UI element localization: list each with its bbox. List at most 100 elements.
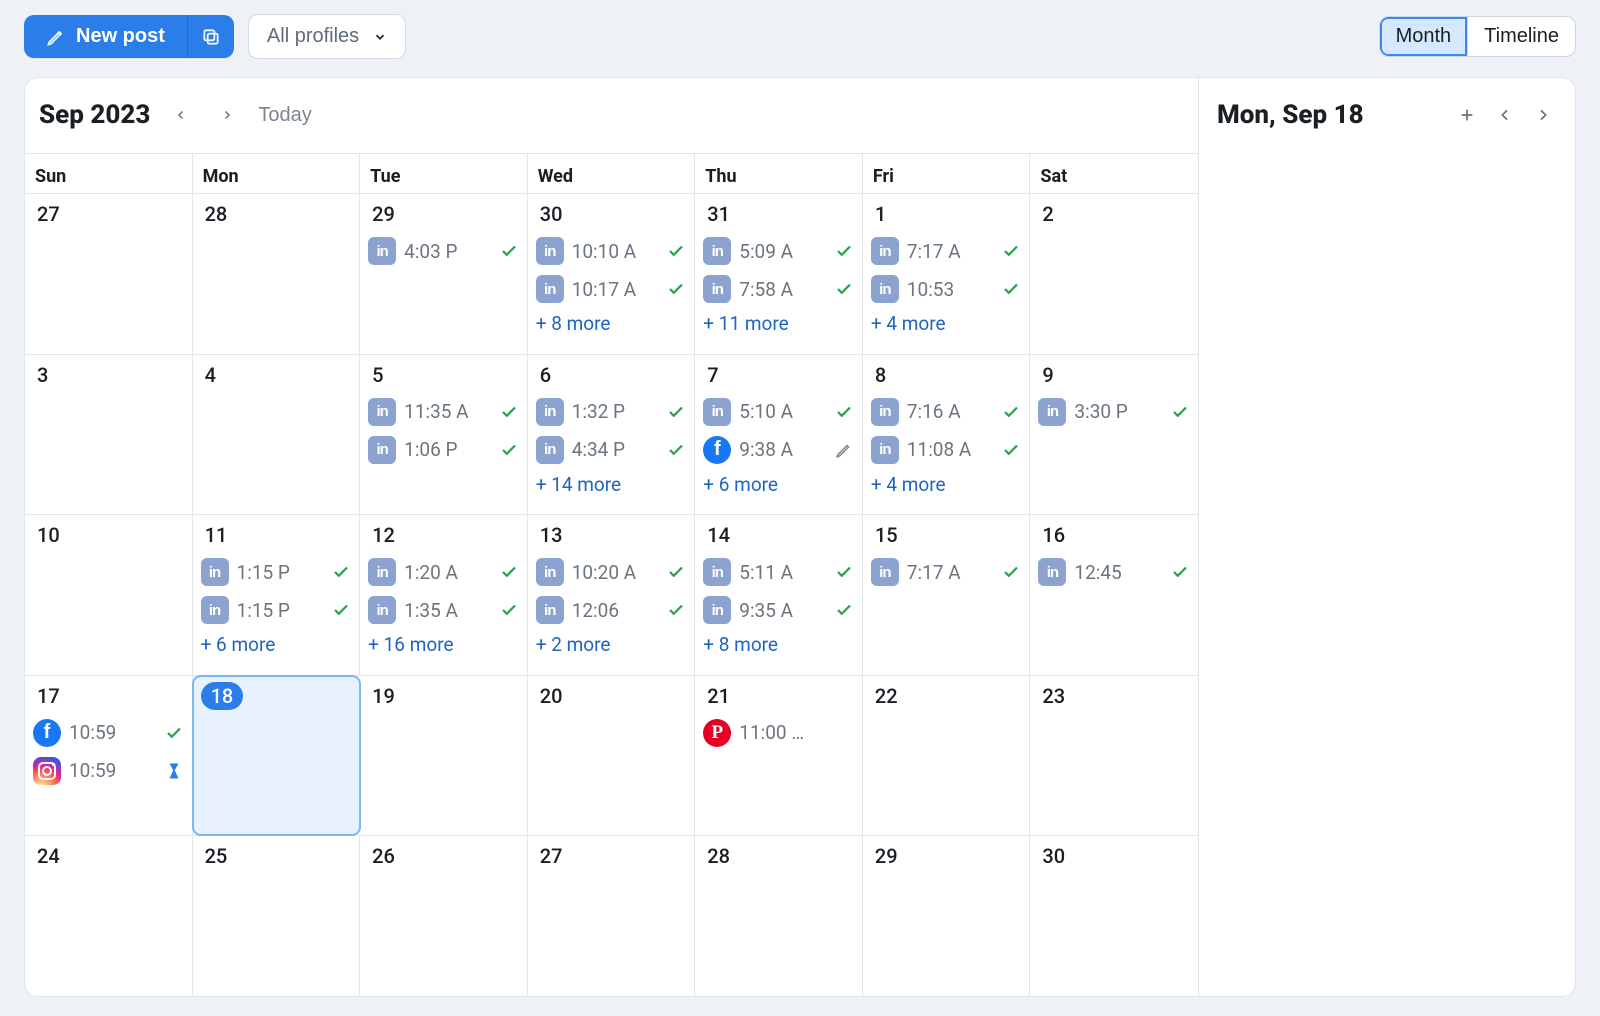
calendar-cell[interactable]: 294:03 P: [360, 194, 528, 354]
more-events-link[interactable]: + 14 more: [536, 467, 687, 496]
side-panel-date-title: Mon, Sep 18: [1217, 100, 1364, 130]
calendar-cell[interactable]: 24: [25, 836, 193, 996]
day-name: Tue: [360, 154, 528, 193]
calendar-cell[interactable]: 111:15 P1:15 P+ 6 more: [193, 515, 361, 675]
check-status-icon: [666, 600, 686, 620]
more-events-link[interactable]: + 16 more: [368, 627, 519, 656]
event-item[interactable]: 1:20 A: [368, 555, 519, 589]
calendar-cell[interactable]: 27: [528, 836, 696, 996]
calendar-cell[interactable]: 61:32 P4:34 P+ 14 more: [528, 355, 696, 515]
view-month-button[interactable]: Month: [1380, 17, 1468, 56]
calendar-cell[interactable]: 28: [193, 194, 361, 354]
more-events-link[interactable]: + 8 more: [703, 627, 854, 656]
calendar-cell[interactable]: 30 10:10 A 10:17 A+ 8 more: [528, 194, 696, 354]
linkedin-icon: [536, 275, 564, 303]
check-status-icon: [499, 241, 519, 261]
calendar-cell[interactable]: 2111:00 AM: [695, 676, 863, 836]
side-add-button[interactable]: [1453, 101, 1481, 129]
calendar-cell[interactable]: 145:11 A9:35 A+ 8 more: [695, 515, 863, 675]
event-item[interactable]: 10:53: [871, 272, 1022, 306]
more-events-link[interactable]: + 2 more: [536, 627, 687, 656]
calendar-cell[interactable]: 157:17 A: [863, 515, 1031, 675]
view-timeline-button[interactable]: Timeline: [1468, 17, 1575, 56]
chevron-down-icon: [373, 30, 387, 44]
more-events-link[interactable]: + 11 more: [703, 306, 854, 335]
event-item[interactable]: 12:45: [1038, 555, 1190, 589]
calendar-cell[interactable]: 2: [1030, 194, 1198, 354]
more-events-link[interactable]: + 6 more: [703, 467, 854, 496]
more-events-link[interactable]: + 8 more: [536, 306, 687, 335]
calendar-cell[interactable]: 1310:20 A12:06+ 2 more: [528, 515, 696, 675]
events-list: 5:10 A 9:38 A: [703, 395, 854, 467]
event-item[interactable]: 1:15 P: [201, 555, 352, 589]
event-item[interactable]: 5:10 A: [703, 395, 854, 429]
prev-month-button[interactable]: [166, 100, 196, 130]
calendar-cell[interactable]: 75:10 A9:38 A+ 6 more: [695, 355, 863, 515]
calendar-cell[interactable]: 511:35 A1:06 P: [360, 355, 528, 515]
calendar-cell[interactable]: 87:16 A11:08 A+ 4 more: [863, 355, 1031, 515]
event-item[interactable]: 12:06: [536, 593, 687, 627]
event-item[interactable]: 4:34 P: [536, 433, 687, 467]
more-events-link[interactable]: + 6 more: [201, 627, 352, 656]
event-item[interactable]: 9:38 A: [703, 433, 854, 467]
linkedin-icon: [536, 436, 564, 464]
event-item[interactable]: 10:10 A: [536, 234, 687, 268]
calendar-cell[interactable]: 31 5:09 A 7:58 A+ 11 more: [695, 194, 863, 354]
event-item[interactable]: 11:08 A: [871, 433, 1022, 467]
calendar-cell[interactable]: 29: [863, 836, 1031, 996]
event-item[interactable]: 10:59: [33, 716, 184, 750]
event-item[interactable]: 5:09 A: [703, 234, 854, 268]
event-item[interactable]: 7:58 A: [703, 272, 854, 306]
event-item[interactable]: 5:11 A: [703, 555, 854, 589]
event-item[interactable]: 9:35 A: [703, 593, 854, 627]
calendar-cell[interactable]: 93:30 P: [1030, 355, 1198, 515]
event-item[interactable]: 7:17 A: [871, 234, 1022, 268]
calendar-cell[interactable]: 1612:45: [1030, 515, 1198, 675]
calendar-cell[interactable]: 121:20 A1:35 A+ 16 more: [360, 515, 528, 675]
calendar-cell[interactable]: 23: [1030, 676, 1198, 836]
calendar-cell[interactable]: 20: [528, 676, 696, 836]
calendar-cell[interactable]: 4: [193, 355, 361, 515]
calendar-cell[interactable]: 30: [1030, 836, 1198, 996]
event-item[interactable]: 1:32 P: [536, 395, 687, 429]
side-next-button[interactable]: [1529, 101, 1557, 129]
date-number: 31: [703, 200, 734, 228]
event-item[interactable]: 1:35 A: [368, 593, 519, 627]
day-name: Wed: [528, 154, 696, 193]
more-events-link[interactable]: + 4 more: [871, 467, 1022, 496]
date-number: 30: [536, 200, 567, 228]
calendar-cell[interactable]: 19: [360, 676, 528, 836]
event-item[interactable]: 10:17 A: [536, 272, 687, 306]
calendar-cell[interactable]: 18: [193, 676, 361, 836]
calendar-cell[interactable]: 17:17 A10:53+ 4 more: [863, 194, 1031, 354]
profile-selector[interactable]: All profiles: [248, 14, 406, 59]
linkedin-icon: [871, 398, 899, 426]
event-item[interactable]: 4:03 P: [368, 234, 519, 268]
calendar-cell[interactable]: 25: [193, 836, 361, 996]
calendar-cell[interactable]: 26: [360, 836, 528, 996]
event-item[interactable]: 1:15 P: [201, 593, 352, 627]
calendar-cell[interactable]: 1710:5910:59: [25, 676, 193, 836]
calendar-cell[interactable]: 22: [863, 676, 1031, 836]
event-item[interactable]: 10:59: [33, 754, 184, 788]
side-prev-button[interactable]: [1491, 101, 1519, 129]
calendar-cell[interactable]: 28: [695, 836, 863, 996]
event-item[interactable]: 7:17 A: [871, 555, 1022, 589]
today-button[interactable]: Today: [258, 104, 311, 127]
event-item[interactable]: 3:30 P: [1038, 395, 1190, 429]
calendar-cell[interactable]: 27: [25, 194, 193, 354]
event-item[interactable]: 10:20 A: [536, 555, 687, 589]
event-item[interactable]: 7:16 A: [871, 395, 1022, 429]
more-events-link[interactable]: + 4 more: [871, 306, 1022, 335]
event-item[interactable]: 11:35 A: [368, 395, 519, 429]
calendar-cell[interactable]: 10: [25, 515, 193, 675]
check-status-icon: [666, 402, 686, 422]
new-post-button[interactable]: New post: [24, 15, 187, 58]
duplicate-icon: [201, 27, 221, 47]
next-month-button[interactable]: [212, 100, 242, 130]
check-status-icon: [1170, 562, 1190, 582]
event-item[interactable]: 11:00 AM: [703, 716, 854, 750]
new-post-dropdown-button[interactable]: [188, 15, 234, 58]
calendar-cell[interactable]: 3: [25, 355, 193, 515]
event-item[interactable]: 1:06 P: [368, 433, 519, 467]
